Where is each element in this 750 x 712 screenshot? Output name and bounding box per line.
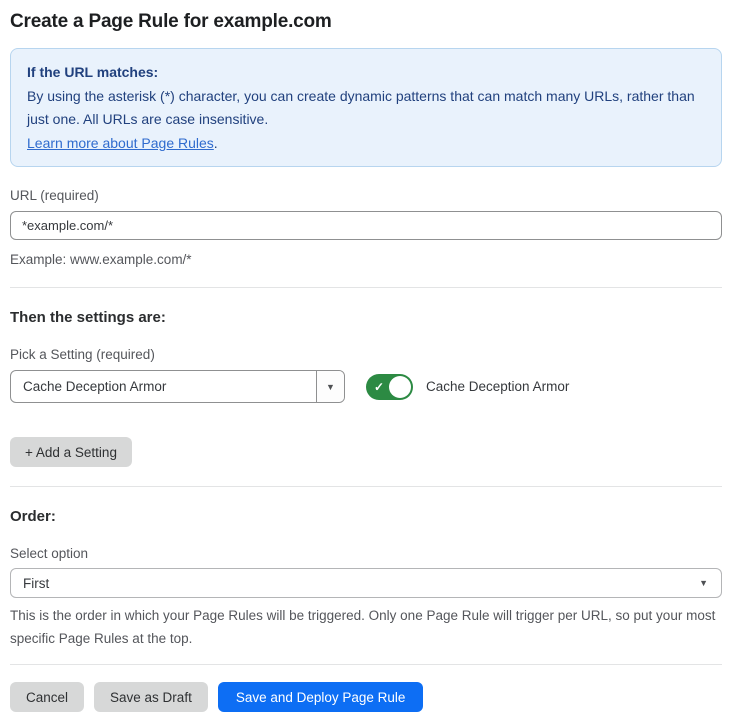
setting-picker-dropdown[interactable]: Cache Deception Armor ▼: [10, 370, 345, 403]
page-title: Create a Page Rule for example.com: [10, 11, 722, 33]
chevron-down-icon: ▼: [699, 578, 708, 588]
check-icon: ✓: [374, 380, 384, 394]
url-input[interactable]: [10, 211, 722, 240]
divider: [10, 664, 722, 665]
order-helper-text: This is the order in which your Page Rul…: [10, 604, 722, 650]
setting-picker-value: Cache Deception Armor: [11, 371, 316, 402]
divider: [10, 287, 722, 288]
form-actions: Cancel Save as Draft Save and Deploy Pag…: [10, 682, 722, 712]
add-setting-button[interactable]: + Add a Setting: [10, 437, 132, 467]
order-select-dropdown[interactable]: First ▼: [10, 568, 722, 598]
learn-more-link[interactable]: Learn more about Page Rules: [27, 135, 214, 151]
info-box-body: By using the asterisk (*) character, you…: [27, 85, 705, 132]
save-as-draft-button[interactable]: Save as Draft: [94, 682, 208, 712]
setting-picker-arrow-button[interactable]: ▼: [316, 371, 344, 402]
url-example-helper: Example: www.example.com/*: [10, 248, 722, 271]
toggle-label: Cache Deception Armor: [426, 379, 569, 394]
order-select-label: Select option: [10, 546, 722, 561]
info-box-link-line: Learn more about Page Rules.: [27, 132, 705, 156]
setting-picker-label: Pick a Setting (required): [10, 347, 722, 362]
page-rule-form: Create a Page Rule for example.com If th…: [0, 0, 750, 712]
chevron-down-icon: ▼: [326, 382, 335, 392]
url-field-label: URL (required): [10, 188, 722, 203]
cancel-button[interactable]: Cancel: [10, 682, 84, 712]
settings-section-heading: Then the settings are:: [10, 309, 722, 326]
order-select-value: First: [23, 576, 49, 591]
setting-row: Cache Deception Armor ▼ ✓ Cache Deceptio…: [10, 370, 722, 403]
order-section-heading: Order:: [10, 508, 722, 525]
setting-toggle-group: ✓ Cache Deception Armor: [366, 374, 569, 400]
toggle-knob: [389, 376, 411, 398]
info-box-heading: If the URL matches:: [27, 61, 705, 85]
save-and-deploy-button[interactable]: Save and Deploy Page Rule: [218, 682, 424, 712]
cache-deception-armor-toggle[interactable]: ✓: [366, 374, 413, 400]
link-suffix: .: [214, 135, 218, 151]
url-match-info-box: If the URL matches: By using the asteris…: [10, 48, 722, 167]
divider: [10, 486, 722, 487]
